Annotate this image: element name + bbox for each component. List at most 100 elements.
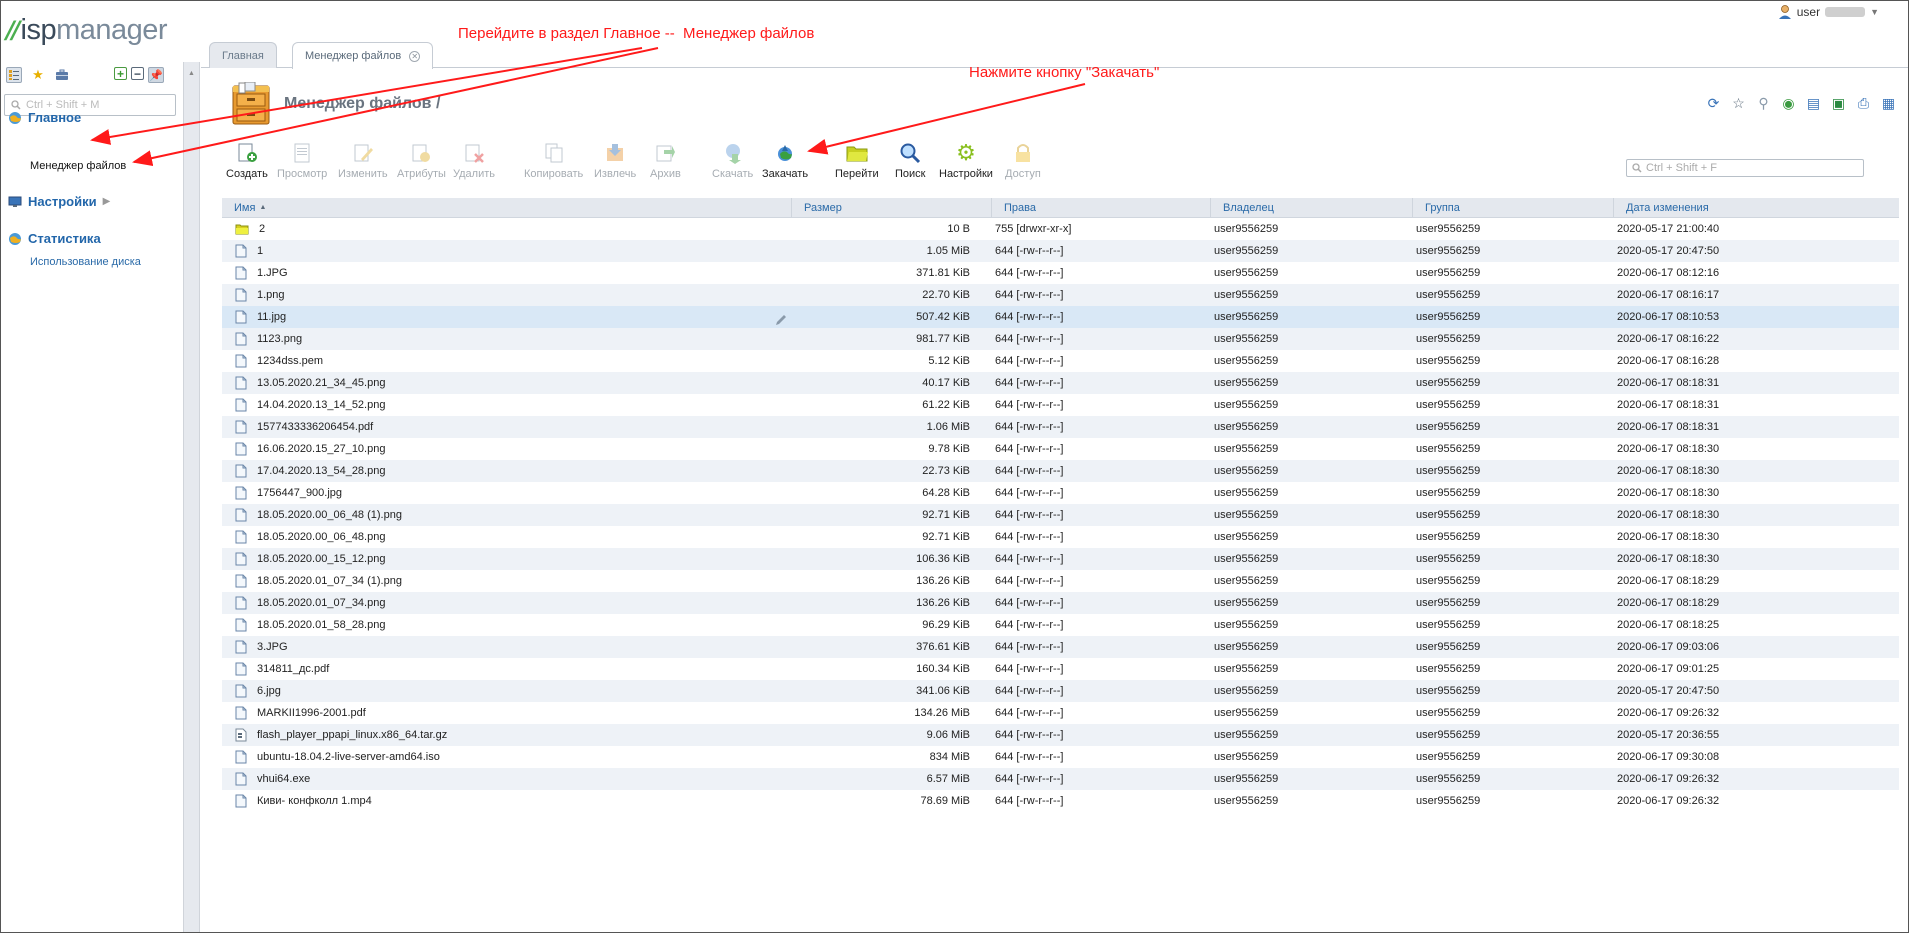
file-name: 18.05.2020.00_06_48.png <box>257 531 386 543</box>
column-header-group[interactable]: Группа <box>1413 198 1614 217</box>
document-icon[interactable]: ▤ <box>1805 95 1822 112</box>
expand-all-icon[interactable]: + <box>114 67 127 81</box>
table-row[interactable]: Киви- конфколл 1.mp4 78.69 MiB 644 [-rw-r-… <box>222 790 1899 812</box>
attributes-button[interactable]: Атрибуты <box>397 141 446 180</box>
menu-tree-icon[interactable] <box>6 67 22 83</box>
column-header-size[interactable]: Размер <box>792 198 992 217</box>
settings-button[interactable]: ⚙ Настройки <box>939 140 993 180</box>
table-row[interactable]: 1.png 22.70 KiB 644 [-rw-r--r--] user955625… <box>222 284 1899 306</box>
table-row[interactable]: flash_player_ppapi_linux.x86_64.tar.gz 9.… <box>222 724 1899 746</box>
column-header-permissions[interactable]: Права <box>992 198 1211 217</box>
star-icon[interactable]: ☆ <box>1730 95 1747 112</box>
tab-main[interactable]: Главная <box>209 42 277 68</box>
search-icon <box>1632 163 1642 173</box>
globe-icon[interactable]: ◉ <box>1780 95 1797 112</box>
table-row[interactable]: 18.05.2020.01_07_34.png 136.26 KiB 644 [-r… <box>222 592 1899 614</box>
table-row[interactable]: 18.05.2020.00_06_48 (1).png 92.71 KiB 644 … <box>222 504 1899 526</box>
sidebar-item-disk-usage[interactable]: Использование диска <box>30 256 141 268</box>
goto-button[interactable]: Перейти <box>835 141 879 180</box>
sidebar-group-main[interactable]: Главное <box>8 110 81 125</box>
table-row[interactable]: 14.04.2020.13_14_52.png 61.22 KiB 644 [-rw… <box>222 394 1899 416</box>
file-name: MARKII1996-2001.pdf <box>257 707 366 719</box>
copy-button[interactable]: Копировать <box>524 141 583 180</box>
cell-group: user9556259 <box>1416 487 1481 499</box>
cell-modified: 2020-06-17 08:18:30 <box>1617 443 1720 455</box>
upload-button[interactable]: Закачать <box>762 141 808 180</box>
archive-button[interactable]: Архив <box>650 141 681 180</box>
delete-button[interactable]: Удалить <box>453 141 495 180</box>
table-search-field[interactable] <box>1626 159 1864 177</box>
table-row[interactable]: 1 1.05 MiB 644 [-rw-r--r--] user9556259 user… <box>222 240 1899 262</box>
table-row[interactable]: 1756447_900.jpg 64.28 KiB 644 [-rw-r--r--]… <box>222 482 1899 504</box>
table-row[interactable]: 1.JPG 371.81 KiB 644 [-rw-r--r--] user95562… <box>222 262 1899 284</box>
sidebar-item-file-manager[interactable]: Менеджер файлов <box>30 160 126 172</box>
close-icon[interactable]: ✕ <box>409 50 421 62</box>
sidebar-group-statistics[interactable]: Статистика <box>8 231 101 246</box>
cell-permissions: 644 [-rw-r--r--] <box>995 245 1064 257</box>
collapse-all-icon[interactable]: − <box>131 67 144 81</box>
table-row[interactable]: 1123.png 981.77 KiB 644 [-rw-r--r--] user95… <box>222 328 1899 350</box>
cell-size: 160.34 KiB <box>916 663 970 675</box>
pin-icon[interactable]: 📌 <box>148 67 164 83</box>
table-row[interactable]: 11.jpg 507.42 KiB 644 [-rw-r--r--] user9556… <box>222 306 1899 328</box>
briefcase-icon[interactable] <box>54 67 70 83</box>
table-row[interactable]: 18.05.2020.00_15_12.png 106.36 KiB 644 [-r… <box>222 548 1899 570</box>
extract-button[interactable]: Извлечь <box>594 141 636 180</box>
cell-name: vhui64.exe <box>222 772 792 786</box>
table-row[interactable]: 6.jpg 341.06 KiB 644 [-rw-r--r--] user95562… <box>222 680 1899 702</box>
table-row[interactable]: 1234dss.pem 5.12 KiB 644 [-rw-r--r--] user9… <box>222 350 1899 372</box>
table-row[interactable]: 3.JPG 376.61 KiB 644 [-rw-r--r--] user95562… <box>222 636 1899 658</box>
collapse-arrow-icon[interactable]: ▲ <box>188 70 195 77</box>
edit-button[interactable]: Изменить <box>338 141 388 180</box>
edit-pencil-icon[interactable] <box>775 314 787 326</box>
sidebar-group-settings[interactable]: Настройки ▶ <box>8 194 110 209</box>
cell-modified: 2020-06-17 08:12:16 <box>1617 267 1720 279</box>
tab-file-manager[interactable]: Менеджер файлов ✕ <box>292 42 434 69</box>
create-button[interactable]: Создать <box>226 141 268 180</box>
refresh-icon[interactable]: ⟳ <box>1705 95 1722 112</box>
user-menu[interactable]: user ▼ <box>1778 4 1879 20</box>
file-name: 11.jpg <box>257 311 287 323</box>
favorites-star-icon[interactable]: ★ <box>30 67 46 83</box>
edit-icon <box>351 141 375 165</box>
cell-group: user9556259 <box>1416 443 1481 455</box>
sidebar-group-label: Главное <box>28 110 82 125</box>
column-header-name[interactable]: Имя ▲ <box>222 198 792 217</box>
table-row[interactable]: 13.05.2020.21_34_45.png 40.17 KiB 644 [-rw… <box>222 372 1899 394</box>
cell-size: 10 B <box>947 223 970 235</box>
panel-splitter[interactable]: ▲ <box>183 62 200 933</box>
print-icon[interactable]: ⎙ <box>1855 95 1872 112</box>
column-header-owner[interactable]: Владелец <box>1211 198 1413 217</box>
table-row[interactable]: 18.05.2020.01_07_34 (1).png 136.26 KiB 644… <box>222 570 1899 592</box>
table-row[interactable]: 17.04.2020.13_54_28.png 22.73 KiB 644 [-rw… <box>222 460 1899 482</box>
table-row[interactable]: 1577433336206454.pdf 1.06 MiB 644 [-rw-r--… <box>222 416 1899 438</box>
cell-owner: user9556259 <box>1214 795 1279 807</box>
chevron-down-icon[interactable]: ▼ <box>1870 7 1879 17</box>
cell-name: 14.04.2020.13_14_52.png <box>222 398 792 412</box>
access-button[interactable]: Доступ <box>1005 141 1041 180</box>
file-icon <box>235 706 247 720</box>
excel-icon[interactable]: ▣ <box>1830 95 1847 112</box>
cell-name: MARKII1996-2001.pdf <box>222 706 792 720</box>
cell-owner: user9556259 <box>1214 729 1279 741</box>
table-row[interactable]: 18.05.2020.01_58_28.png 96.29 KiB 644 [-rw… <box>222 614 1899 636</box>
cell-group: user9556259 <box>1416 641 1481 653</box>
table-row[interactable]: MARKII1996-2001.pdf 134.26 MiB 644 [-rw-r-… <box>222 702 1899 724</box>
cell-group: user9556259 <box>1416 663 1481 675</box>
download-button[interactable]: Скачать <box>712 141 753 180</box>
table-row[interactable]: vhui64.exe 6.57 MiB 644 [-rw-r--r--] user95… <box>222 768 1899 790</box>
table-row[interactable]: 16.06.2020.15_27_10.png 9.78 KiB 644 [-rw-… <box>222 438 1899 460</box>
cell-group: user9556259 <box>1416 795 1481 807</box>
table-settings-icon[interactable]: ▦ <box>1880 95 1897 112</box>
pin-icon[interactable]: ⚲ <box>1755 95 1772 112</box>
table-row[interactable]: 314811_дс.pdf 160.34 KiB 644 [-rw-r--r--] u… <box>222 658 1899 680</box>
column-header-modified[interactable]: Дата изменения <box>1614 198 1899 217</box>
view-button[interactable]: Просмотр <box>277 141 327 180</box>
cell-owner: user9556259 <box>1214 619 1279 631</box>
search-button[interactable]: Поиск <box>895 141 925 180</box>
table-row[interactable]: 18.05.2020.00_06_48.png 92.71 KiB 644 [-rw… <box>222 526 1899 548</box>
sidebar-group-label: Статистика <box>28 231 101 246</box>
table-row[interactable]: ubuntu-18.04.2-live-server-amd64.iso 834 … <box>222 746 1899 768</box>
table-search-input[interactable] <box>1646 162 1856 174</box>
table-row[interactable]: 2 10 B 755 [drwxr-xr-x] user9556259 user9556… <box>222 218 1899 240</box>
